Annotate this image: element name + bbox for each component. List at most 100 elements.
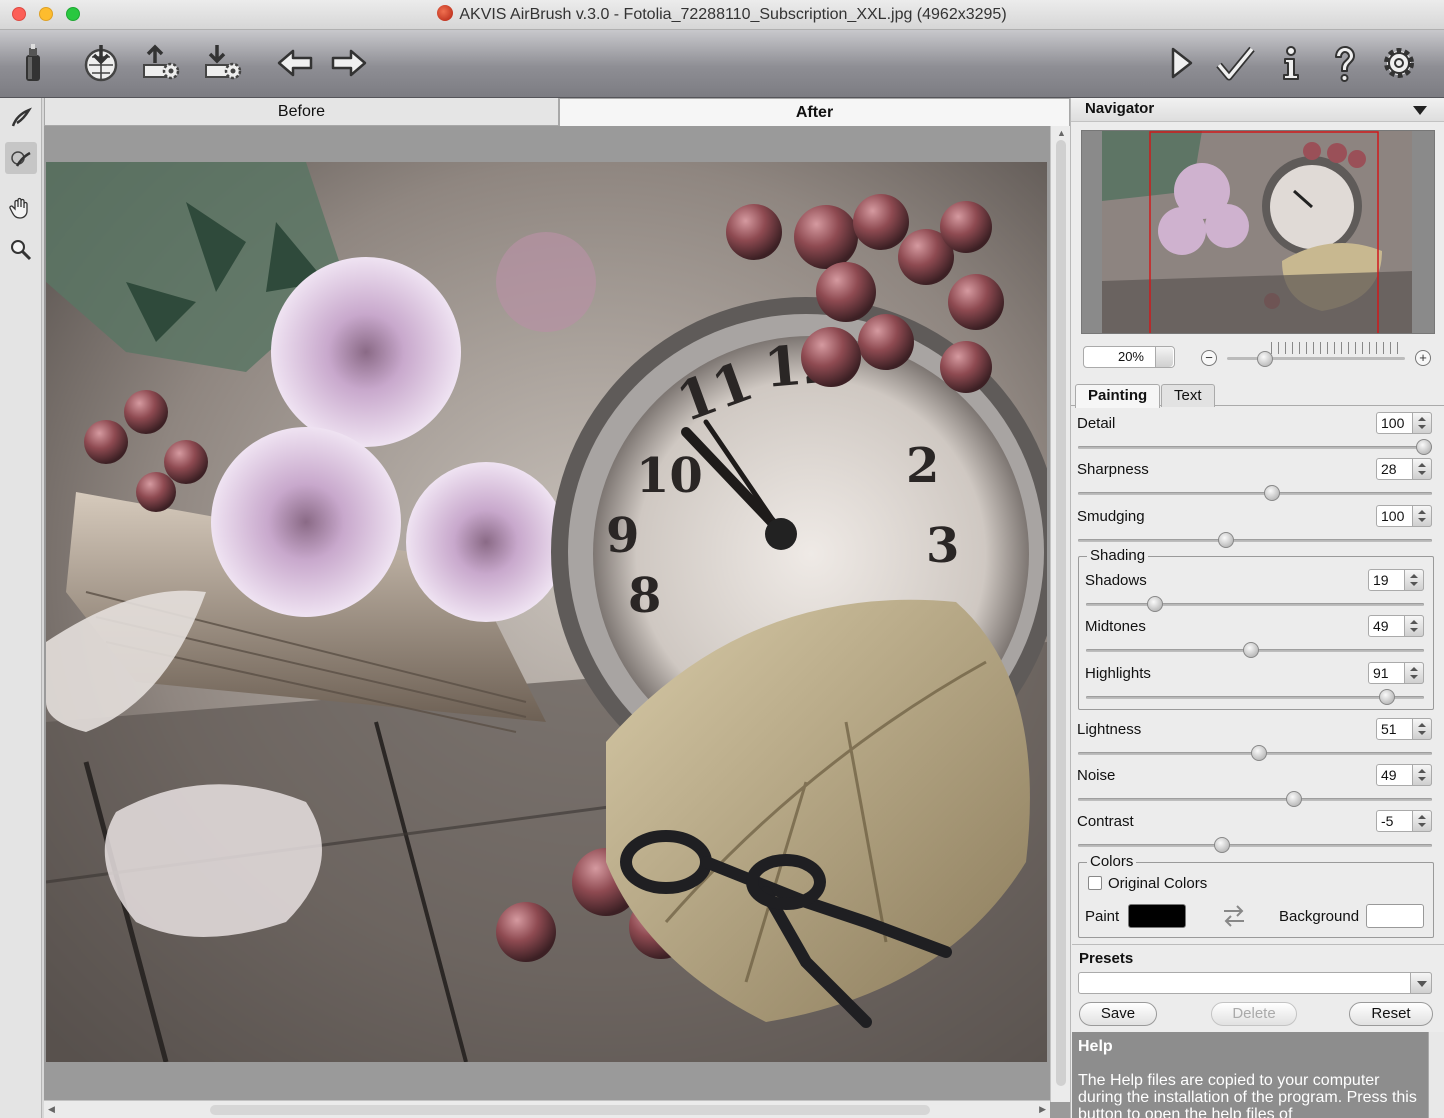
swap-colors-icon[interactable] xyxy=(1220,902,1248,930)
detail-slider[interactable] xyxy=(1078,439,1432,455)
highlights-stepper-icon[interactable] xyxy=(1404,662,1424,684)
horizontal-scroll-thumb[interactable] xyxy=(210,1105,930,1115)
noise-slider-knob[interactable] xyxy=(1286,791,1302,807)
svg-text:2: 2 xyxy=(906,438,939,494)
zoom-dropdown-button[interactable] xyxy=(1155,347,1173,367)
presets-divider xyxy=(1072,944,1444,945)
apply-button[interactable] xyxy=(1212,40,1258,86)
zoom-slider-track[interactable] xyxy=(1227,357,1405,360)
midtones-stepper-icon[interactable] xyxy=(1404,615,1424,637)
shadows-value[interactable]: 19 xyxy=(1373,572,1389,588)
noise-slider[interactable] xyxy=(1078,791,1432,807)
highlights-value[interactable]: 91 xyxy=(1373,665,1389,681)
original-colors-checkbox[interactable] xyxy=(1088,876,1102,890)
horizontal-scrollbar[interactable]: ◀ ▶ xyxy=(44,1100,1050,1118)
sharpness-spinbox[interactable]: 28 xyxy=(1376,458,1432,480)
contrast-stepper-icon[interactable] xyxy=(1412,810,1432,832)
highlights-slider[interactable] xyxy=(1086,689,1424,705)
highlights-spinbox[interactable]: 91 xyxy=(1368,662,1424,684)
vertical-scroll-thumb[interactable] xyxy=(1056,140,1066,1086)
scroll-right-arrow-icon[interactable]: ▶ xyxy=(1039,1104,1046,1115)
undo-button[interactable] xyxy=(272,40,318,86)
tab-before[interactable]: Before xyxy=(44,98,559,126)
open-image-button[interactable] xyxy=(78,40,124,86)
sharpness-stepper-icon[interactable] xyxy=(1412,458,1432,480)
reset-preset-button[interactable]: Reset xyxy=(1349,1002,1433,1026)
zoom-tool-button[interactable] xyxy=(5,234,37,266)
zoom-tool-icon xyxy=(11,240,32,261)
collapse-navigator-icon[interactable] xyxy=(1413,106,1427,115)
zoom-slider-knob[interactable] xyxy=(1257,351,1273,367)
redo-button[interactable] xyxy=(326,40,372,86)
lightness-spinbox[interactable]: 51 xyxy=(1376,718,1432,740)
noise-value[interactable]: 49 xyxy=(1381,767,1397,783)
background-color-swatch[interactable] xyxy=(1366,904,1424,928)
detail-stepper-icon[interactable] xyxy=(1412,412,1432,434)
contrast-spinbox[interactable]: -5 xyxy=(1376,810,1432,832)
midtones-spinbox[interactable]: 49 xyxy=(1368,615,1424,637)
paint-color-swatch[interactable] xyxy=(1128,904,1186,928)
lightness-slider[interactable] xyxy=(1078,745,1432,761)
tab-painting[interactable]: Painting xyxy=(1075,384,1161,408)
save-preset-button[interactable]: Save xyxy=(1079,1002,1157,1026)
contrast-slider-knob[interactable] xyxy=(1214,837,1230,853)
shadows-stepper-icon[interactable] xyxy=(1404,569,1424,591)
midtones-value[interactable]: 49 xyxy=(1373,618,1389,634)
shadows-spinbox[interactable]: 19 xyxy=(1368,569,1424,591)
import-settings-button[interactable] xyxy=(200,40,246,86)
zoom-in-button[interactable]: + xyxy=(1415,350,1431,366)
preferences-gear-button[interactable] xyxy=(1376,40,1422,86)
lightness-label: Lightness xyxy=(1077,721,1142,738)
navigator-preview[interactable] xyxy=(1081,130,1435,334)
sharpness-value[interactable]: 28 xyxy=(1381,461,1397,477)
contrast-slider[interactable] xyxy=(1078,837,1432,853)
tab-after[interactable]: After xyxy=(559,98,1070,126)
shadows-label: Shadows xyxy=(1085,572,1147,589)
smudging-value[interactable]: 100 xyxy=(1381,508,1404,524)
scroll-left-arrow-icon[interactable]: ◀ xyxy=(48,1104,55,1115)
sharpness-slider-knob[interactable] xyxy=(1264,485,1280,501)
airbrush-tool-button[interactable] xyxy=(5,102,37,134)
scroll-up-arrow-icon[interactable]: ▲ xyxy=(1057,128,1066,138)
presets-dropdown[interactable] xyxy=(1078,972,1432,994)
midtones-slider-knob[interactable] xyxy=(1243,642,1259,658)
processed-image[interactable]: 11 12 2 3 10 9 8 xyxy=(46,162,1047,1062)
smudging-slider-knob[interactable] xyxy=(1218,532,1234,548)
lightness-slider-knob[interactable] xyxy=(1251,745,1267,761)
presets-dropdown-arrow-icon[interactable] xyxy=(1410,972,1432,994)
smudging-slider[interactable] xyxy=(1078,532,1432,548)
delete-preset-button[interactable]: Delete xyxy=(1211,1002,1297,1026)
painted-still-life-image: 11 12 2 3 10 9 8 xyxy=(46,162,1047,1062)
hand-tool-button[interactable] xyxy=(5,192,37,224)
background-color-label: Background xyxy=(1279,908,1360,925)
lightness-stepper-icon[interactable] xyxy=(1412,718,1432,740)
navigator-header[interactable]: Navigator xyxy=(1071,98,1444,122)
export-settings-button[interactable] xyxy=(138,40,184,86)
highlights-slider-knob[interactable] xyxy=(1379,689,1395,705)
detail-slider-knob[interactable] xyxy=(1416,439,1432,455)
history-brush-tool-button[interactable] xyxy=(5,142,37,174)
info-button[interactable] xyxy=(1268,40,1314,86)
noise-spinbox[interactable]: 49 xyxy=(1376,764,1432,786)
help-scrollbar[interactable] xyxy=(1428,1032,1444,1118)
contrast-value[interactable]: -5 xyxy=(1381,813,1393,829)
smudging-spinbox[interactable]: 100 xyxy=(1376,505,1432,527)
tab-text[interactable]: Text xyxy=(1161,384,1215,407)
noise-stepper-icon[interactable] xyxy=(1412,764,1432,786)
smudging-stepper-icon[interactable] xyxy=(1412,505,1432,527)
airbrush-tool-icon xyxy=(11,107,32,127)
vertical-scrollbar[interactable]: ▲ xyxy=(1050,126,1070,1102)
image-canvas-area[interactable]: 11 12 2 3 10 9 8 ▲ ◀ ▶ xyxy=(44,126,1070,1118)
run-button[interactable] xyxy=(1158,40,1204,86)
detail-spinbox[interactable]: 100 xyxy=(1376,412,1432,434)
lightness-value[interactable]: 51 xyxy=(1381,721,1397,737)
shadows-slider-knob[interactable] xyxy=(1147,596,1163,612)
shadows-slider[interactable] xyxy=(1086,596,1424,612)
midtones-slider[interactable] xyxy=(1086,642,1424,658)
detail-value[interactable]: 100 xyxy=(1381,415,1404,431)
settings-tabs: Painting Text xyxy=(1071,382,1444,408)
shading-group-title: Shading xyxy=(1087,547,1149,564)
zoom-out-button[interactable]: − xyxy=(1201,350,1217,366)
help-button[interactable] xyxy=(1322,40,1368,86)
sharpness-slider[interactable] xyxy=(1078,485,1432,501)
